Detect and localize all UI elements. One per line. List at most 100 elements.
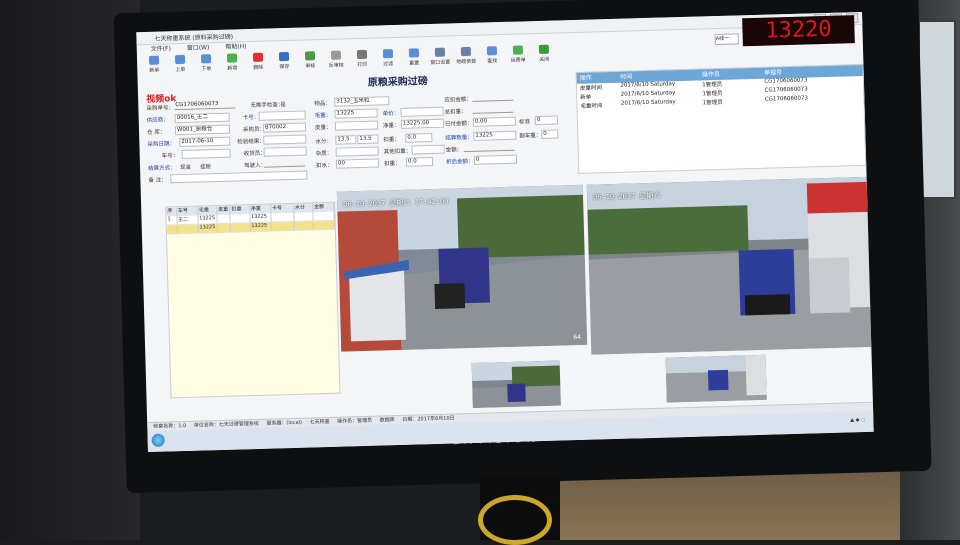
toolbar-search-button[interactable]: 查找 — [481, 46, 504, 69]
toolbar-prev-button[interactable]: 上单 — [169, 54, 192, 78]
toolbar-label: 运费单 — [510, 57, 526, 64]
close-icon — [538, 44, 550, 54]
grid-col-index: 序 — [166, 207, 178, 217]
amount-due-field[interactable] — [472, 92, 514, 102]
system-tray[interactable]: ▲ ◆ ◌ — [850, 417, 865, 423]
final-amount-field[interactable]: 0 — [473, 154, 518, 165]
print-icon — [356, 49, 368, 60]
toolbar-new-doc-button[interactable]: 新单 — [143, 55, 166, 78]
total-field[interactable] — [472, 104, 514, 114]
scale-line-select[interactable]: A线一 — [714, 33, 739, 46]
moisture-field[interactable]: 13.5 — [335, 135, 357, 145]
add-icon — [226, 53, 238, 63]
toolbar-label: 保存 — [279, 63, 290, 71]
toolbar-label: 上单 — [175, 66, 186, 74]
amount-field[interactable] — [463, 142, 515, 153]
amount-label: 金额： — [445, 147, 463, 154]
card-no-label: 卡号： — [242, 114, 260, 122]
price-person-label: 收货员： — [243, 150, 266, 158]
sub-deduct-label: 副车重： — [519, 132, 542, 140]
unapprove-icon — [330, 50, 342, 60]
other-deduct-field[interactable] — [411, 144, 445, 155]
toolbar-label: 反审核 — [328, 62, 344, 69]
log-cell: 毛重时间 — [580, 103, 603, 110]
toolbar-reset-button[interactable]: 重置 — [403, 48, 426, 71]
side-field[interactable]: 0 — [534, 115, 559, 126]
toolbar-approve-button[interactable]: 审核 — [299, 51, 322, 74]
deduct-field[interactable]: 00 — [335, 158, 380, 169]
grid-cell — [231, 223, 251, 232]
toolbar-label: 窗口设置 — [430, 59, 451, 67]
grid-cell — [313, 220, 335, 230]
pay-type-label: 结算方式： — [148, 165, 176, 172]
gross-field[interactable]: 13225 — [334, 108, 378, 119]
grid-cell — [294, 221, 314, 230]
grid-cell — [217, 223, 232, 233]
camera-thumbnail-2[interactable] — [665, 354, 767, 403]
deduct-total-field[interactable]: 0.0 — [405, 156, 434, 167]
toolbar-scale-settings-button[interactable]: 地磅参数 — [455, 46, 478, 70]
buyer-field[interactable]: BT0002 — [262, 122, 307, 133]
grid-cell — [271, 221, 295, 231]
purchase-date-field[interactable]: 2017-06-10 — [179, 136, 231, 148]
net-field[interactable]: 13225.00 — [400, 118, 445, 129]
doc-no-field[interactable]: CG1706060073 — [174, 100, 236, 111]
vehicle-field[interactable] — [181, 148, 231, 159]
supplier-field[interactable]: 00016_王二 — [174, 112, 230, 124]
toolbar-save-button[interactable]: 保存 — [273, 51, 296, 75]
warehouse-field[interactable]: W001_原粮仓 — [174, 124, 231, 136]
toolbar-label: 审核 — [305, 63, 316, 70]
pay-type-cash-radio[interactable]: 现金 — [180, 163, 191, 171]
toolbar-label: 新单 — [149, 67, 160, 74]
weighing-grid: 序 车号 毛重 皮重 扣重 净重 卡号 水分 金额 1 王二 13225 132… — [165, 201, 341, 399]
camera-feed-2[interactable]: 06-10-2017 星期六 — [586, 176, 872, 355]
toolbar-label: 地磅参数 — [456, 58, 477, 66]
toolbar-print-button[interactable]: 打印 — [351, 49, 374, 73]
settle-weight-field[interactable]: 13225 — [473, 130, 517, 141]
filter-icon — [382, 49, 394, 59]
toolbar-next-button[interactable]: 下单 — [195, 54, 218, 77]
pay-type-credit-radio[interactable]: 挂账 — [200, 162, 211, 170]
settle-weight-label: 结算数量： — [445, 134, 473, 142]
start-button-icon[interactable] — [151, 433, 165, 447]
toolbar-add-button[interactable]: 新增 — [221, 53, 244, 76]
total-label: 总扣重： — [444, 109, 467, 116]
supplier-label: 供应商： — [146, 117, 169, 124]
grid-cell: 1 — [166, 216, 178, 225]
sub-deduct-field[interactable]: 0 — [541, 129, 559, 139]
toolbar-delete-button[interactable]: 删除 — [247, 52, 270, 76]
save-icon — [278, 51, 290, 62]
new-doc-icon — [148, 55, 160, 65]
grid-cell — [271, 212, 295, 222]
toolbar-window-settings-button[interactable]: 窗口设置 — [429, 47, 452, 70]
paid-field[interactable]: 0.00 — [472, 116, 517, 127]
toolbar-unapprove-button[interactable]: 反审核 — [325, 50, 348, 73]
unit-price-field[interactable] — [400, 106, 444, 117]
toolbar-filter-button[interactable]: 过滤 — [377, 49, 400, 72]
impurity-field[interactable] — [335, 146, 379, 157]
moisture-field-b[interactable]: 13.5 — [357, 134, 379, 145]
moisture-label: 水分： — [315, 138, 333, 146]
delete-icon — [252, 52, 264, 62]
card-no-field[interactable] — [258, 110, 306, 121]
net-label: 净重： — [382, 122, 400, 130]
prev-icon — [174, 54, 186, 65]
scale-status-label: 无需手检查： — [250, 102, 284, 110]
deduct2-field[interactable]: 0.0 — [405, 132, 433, 143]
driver-field[interactable] — [263, 158, 306, 168]
doc-no-label: 采购单号： — [146, 105, 175, 112]
menu-help[interactable]: 帮助(H) — [225, 41, 246, 51]
grid-cell: 13225 — [198, 215, 218, 224]
toolbar-close-button[interactable]: 关闭 — [533, 44, 556, 68]
monitor-stand-ring — [478, 495, 552, 545]
menu-file[interactable]: 文件(F) — [151, 43, 171, 53]
check-result-field[interactable] — [263, 134, 307, 145]
price-person-field[interactable] — [263, 146, 307, 157]
camera-feed-1[interactable]: 06-10-2017 星期六 17:42:00 64 — [336, 184, 588, 352]
tare-field[interactable] — [334, 120, 379, 131]
menu-window[interactable]: 窗口(W) — [187, 42, 210, 52]
remark-field[interactable] — [170, 170, 308, 184]
camera-thumbnail-1[interactable] — [471, 360, 561, 408]
product-field[interactable]: 3132_玉米粒 — [334, 96, 390, 107]
toolbar-freight-button[interactable]: 运费单 — [507, 45, 530, 68]
